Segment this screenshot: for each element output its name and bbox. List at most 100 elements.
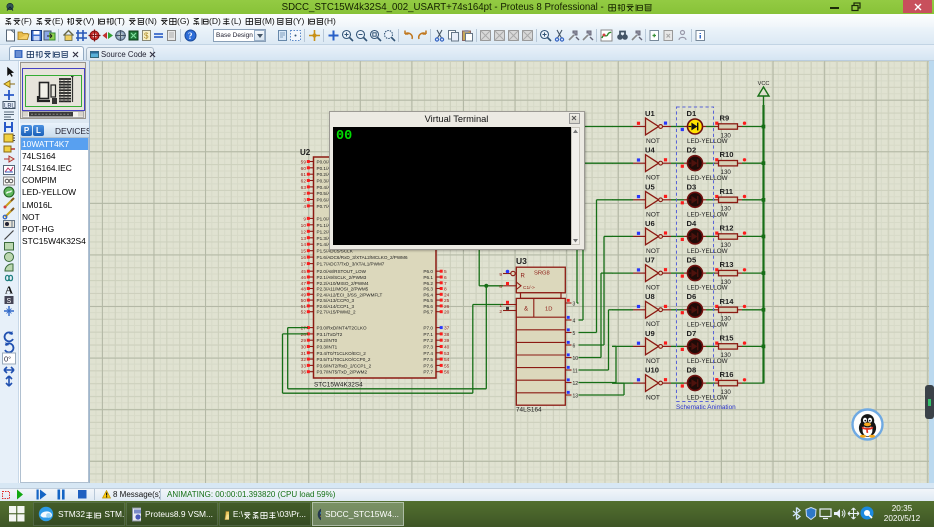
svg-text:P2.7/A15/PWM2_2: P2.7/A15/PWM2_2 [317, 310, 357, 315]
svg-text:P2.0/A8/RSTOUT_LOW: P2.0/A8/RSTOUT_LOW [317, 269, 367, 274]
svg-text:8: 8 [444, 287, 447, 293]
svg-text:61: 61 [301, 172, 307, 178]
svg-text:P2.4/A12/ECI_3/SS_2/PWMFLT: P2.4/A12/ECI_3/SS_2/PWMFLT [317, 292, 383, 297]
svg-text:P7.0: P7.0 [423, 326, 433, 331]
svg-text:9: 9 [303, 216, 306, 222]
svg-text:P6.5: P6.5 [423, 298, 433, 303]
svg-text:45: 45 [301, 269, 307, 275]
svg-text:U8: U8 [645, 292, 655, 301]
svg-text:R12: R12 [720, 223, 734, 232]
svg-text:10: 10 [573, 356, 579, 362]
svg-text:P2.3/A11/MOSI_2/PWM5: P2.3/A11/MOSI_2/PWM5 [317, 287, 369, 292]
svg-text:20: 20 [444, 310, 450, 316]
svg-text:1: 1 [499, 303, 502, 309]
svg-text:?: ? [188, 31, 193, 41]
svg-text:17: 17 [301, 262, 307, 268]
svg-text:16: 16 [301, 255, 307, 261]
svg-text:P3.5/T1/T0CLKO/CCP0_2: P3.5/T1/T0CLKO/CCP0_2 [317, 357, 371, 362]
svg-text:6: 6 [573, 343, 576, 349]
svg-text:U9: U9 [645, 329, 655, 338]
svg-text:10: 10 [301, 223, 307, 229]
svg-text:56: 56 [444, 370, 450, 376]
svg-text:$: $ [144, 32, 149, 41]
svg-text:R14: R14 [720, 297, 735, 306]
svg-text:R: R [521, 274, 526, 280]
svg-text:130: 130 [721, 206, 732, 213]
svg-text:P3.0/RxD/INT4/T2CLKO: P3.0/RxD/INT4/T2CLKO [317, 326, 367, 331]
svg-text:74LS164: 74LS164 [516, 407, 542, 414]
svg-text:3: 3 [303, 198, 306, 204]
svg-text:1D: 1D [545, 307, 552, 313]
svg-text:37: 37 [444, 326, 450, 332]
svg-text:R9: R9 [720, 114, 730, 123]
svg-text:8: 8 [499, 284, 502, 290]
svg-text:31: 31 [301, 351, 307, 357]
svg-text:NOT: NOT [646, 321, 660, 328]
svg-text:29: 29 [301, 338, 307, 344]
svg-text:R16: R16 [720, 370, 734, 379]
svg-text:63: 63 [301, 185, 307, 191]
svg-text:13: 13 [573, 393, 579, 399]
svg-text:25: 25 [444, 298, 450, 304]
svg-text:SRG8: SRG8 [534, 271, 550, 277]
svg-text:P3.7/INT5/TxD_2/PWM2: P3.7/INT5/TxD_2/PWM2 [317, 370, 368, 375]
svg-text:NOT: NOT [646, 175, 660, 182]
svg-text:STC15W4K32S4: STC15W4K32S4 [314, 382, 363, 389]
svg-text:46: 46 [301, 275, 307, 281]
svg-text:U5: U5 [645, 182, 655, 191]
svg-text:D6: D6 [687, 292, 697, 301]
svg-text:51: 51 [301, 304, 307, 310]
svg-text:P6.1: P6.1 [423, 275, 433, 280]
svg-text:2: 2 [303, 191, 306, 197]
svg-text:24: 24 [444, 292, 450, 298]
svg-text:52: 52 [301, 310, 307, 316]
svg-text:U4: U4 [645, 146, 655, 155]
svg-text:D5: D5 [687, 256, 697, 265]
svg-text:P2.2/A10/MISO_2/PWM4: P2.2/A10/MISO_2/PWM4 [317, 281, 370, 286]
svg-text:130: 130 [721, 316, 732, 323]
svg-text:50: 50 [301, 298, 307, 304]
svg-text:7: 7 [444, 281, 447, 287]
svg-text:P7.5: P7.5 [423, 357, 433, 362]
svg-text:P6.7: P6.7 [423, 310, 433, 315]
svg-text:R11: R11 [720, 187, 734, 196]
svg-text:62: 62 [301, 179, 307, 185]
svg-text:27: 27 [301, 326, 307, 332]
svg-text:40: 40 [444, 345, 450, 351]
svg-text:P6.6: P6.6 [423, 304, 433, 309]
svg-text:P7.3: P7.3 [423, 345, 433, 350]
svg-text:130: 130 [721, 352, 732, 359]
svg-text:26: 26 [444, 304, 450, 310]
svg-text:U10: U10 [645, 366, 659, 375]
svg-text:R13: R13 [720, 260, 734, 269]
svg-text:33: 33 [301, 363, 307, 369]
svg-text:NOT: NOT [646, 248, 660, 255]
svg-text:47: 47 [301, 281, 307, 287]
svg-text:39: 39 [444, 338, 450, 344]
svg-text:NOT: NOT [646, 285, 660, 292]
svg-text:14: 14 [301, 242, 307, 248]
svg-text:U3: U3 [516, 256, 527, 266]
svg-text:49: 49 [301, 292, 307, 298]
svg-text:P6.0: P6.0 [423, 269, 433, 274]
svg-text:P7.4: P7.4 [423, 351, 433, 356]
svg-text:P7.2: P7.2 [423, 338, 433, 343]
svg-text:R15: R15 [720, 333, 735, 342]
svg-text:130: 130 [721, 389, 732, 396]
svg-text:P3.3/INT1: P3.3/INT1 [317, 345, 338, 350]
svg-text:P6.3: P6.3 [423, 287, 433, 292]
svg-text:D3: D3 [687, 182, 697, 191]
svg-text:4: 4 [303, 204, 306, 210]
svg-text:15: 15 [301, 249, 307, 255]
svg-text:60: 60 [301, 166, 307, 172]
svg-text:59: 59 [301, 160, 307, 166]
svg-text:P3.2/INT0: P3.2/INT0 [317, 338, 338, 343]
svg-text:38: 38 [444, 332, 450, 338]
svg-text:4: 4 [573, 318, 576, 324]
svg-text:D8: D8 [687, 366, 697, 375]
svg-text:13: 13 [301, 236, 307, 242]
svg-text:12: 12 [301, 229, 307, 235]
svg-text:2: 2 [499, 309, 502, 315]
svg-text:P3.6/INT2/RxD_2/CCP1_2: P3.6/INT2/RxD_2/CCP1_2 [317, 363, 372, 368]
svg-text:D4: D4 [687, 219, 697, 228]
